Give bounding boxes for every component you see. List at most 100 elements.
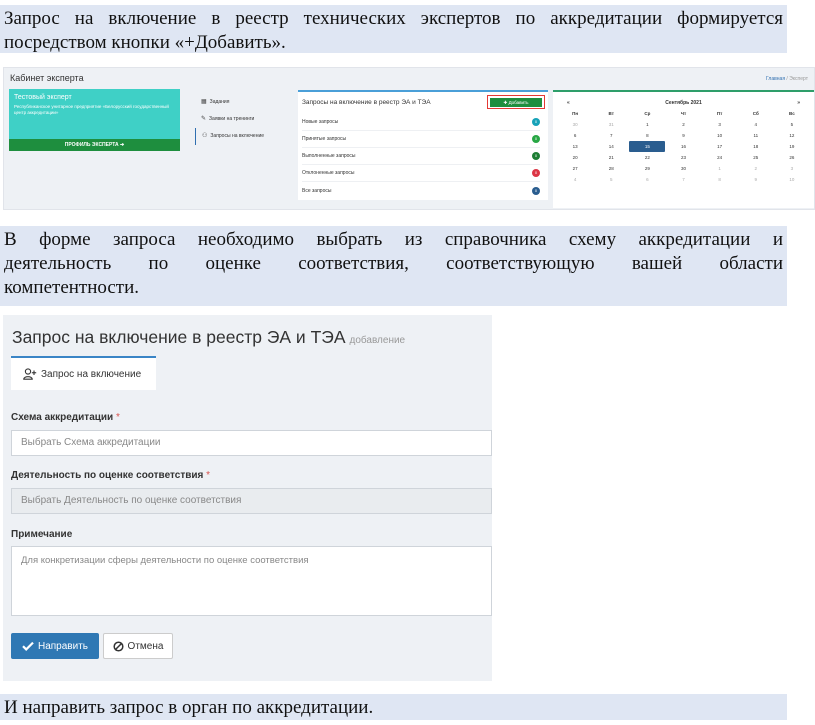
calendar-day[interactable]: 19 — [774, 141, 810, 152]
menu-item-inclusion-requests[interactable]: ⚇ Запросы на включение — [195, 128, 295, 145]
ban-icon — [112, 640, 124, 652]
calendar-day[interactable]: 11 — [738, 130, 774, 141]
check-icon — [22, 641, 34, 651]
calendar-day[interactable]: 1 — [629, 119, 665, 130]
calendar-day[interactable]: 18 — [738, 141, 774, 152]
profile-button[interactable]: ПРОФИЛЬ ЭКСПЕРТА ➔ — [9, 139, 180, 151]
calendar-day[interactable]: 12 — [774, 130, 810, 141]
calendar-weekday: Чт — [680, 111, 687, 116]
activity-label-text: Деятельность по оценке соответствия — [11, 470, 204, 481]
request-row-label: Все запросы — [302, 187, 332, 194]
profile-header: Тестовый эксперт Республиканское унитарн… — [9, 89, 180, 139]
add-request-button[interactable]: ✚ Добавить — [490, 98, 542, 107]
calendar-day[interactable]: 4 — [557, 174, 593, 185]
calendar-day[interactable]: 20 — [557, 152, 593, 163]
calendar-day[interactable]: 21 — [593, 152, 629, 163]
request-row-completed[interactable]: Выполненные запросы 0 — [302, 148, 540, 165]
calendar-day[interactable]: 16 — [665, 141, 701, 152]
requests-panel: Запросы на включение в реестр ЭА и ТЭА ✚… — [298, 90, 548, 200]
menu-item-trainings[interactable]: ✎ Заявки на тренинги — [195, 111, 295, 128]
calendar-weekday: Вс — [789, 111, 795, 116]
calendar-next-button[interactable]: » — [797, 100, 800, 106]
activity-select[interactable]: Выбрать Деятельность по оценке соответст… — [11, 488, 492, 514]
note-label: Примечание — [11, 529, 73, 540]
side-menu: ▦ Задания ✎ Заявки на тренинги ⚇ Запросы… — [195, 94, 295, 145]
calendar-day[interactable]: 25 — [738, 152, 774, 163]
user-plus-icon: ⚇ — [202, 133, 208, 139]
calendar-day[interactable]: 28 — [593, 163, 629, 174]
tab-inclusion-request[interactable]: Запрос на включение — [11, 356, 156, 390]
calendar-day[interactable]: 6 — [629, 174, 665, 185]
calendar-day[interactable]: 8 — [702, 174, 738, 185]
calendar-day[interactable]: 7 — [593, 130, 629, 141]
calendar-day[interactable]: 3 — [774, 163, 810, 174]
add-request-highlight: ✚ Добавить — [487, 95, 545, 109]
user-plus-icon — [23, 368, 37, 380]
calendar-weekday: Сб — [752, 111, 759, 116]
calendar-day[interactable]: 27 — [557, 163, 593, 174]
calendar-day[interactable]: 24 — [702, 152, 738, 163]
calendar-day[interactable]: 4 — [738, 119, 774, 130]
calendar-day[interactable]: 8 — [629, 130, 665, 141]
cancel-button[interactable]: Отмена — [103, 633, 173, 659]
note-textarea[interactable]: Для конкретизации сферы деятельности по … — [11, 546, 492, 616]
menu-item-label: Запросы на включение — [210, 133, 265, 139]
scheme-select[interactable]: Выбрать Схема аккредитации — [11, 430, 492, 456]
breadcrumb-current: Эксперт — [789, 76, 808, 82]
calendar-day[interactable]: 14 — [593, 141, 629, 152]
calendar-day[interactable]: 17 — [702, 141, 738, 152]
calendar-header: « Сентябрь 2021 » — [553, 92, 814, 108]
doc-text-line: посредством кнопки «+Добавить». — [4, 32, 286, 53]
request-row-new[interactable]: Новые запросы 0 — [302, 114, 540, 131]
form-title: Запрос на включение в реестр ЭА и ТЭА доб… — [12, 327, 405, 348]
request-row-rejected[interactable]: Отклоненные запросы 0 — [302, 165, 540, 182]
calendar-day[interactable]: 2 — [665, 119, 701, 130]
form-subtitle: добавление — [349, 335, 406, 346]
activity-label: Деятельность по оценке соответствия * — [11, 470, 210, 481]
doc-paragraph-1: Запрос на включение в реестр технических… — [0, 5, 787, 53]
calendar-day[interactable]: 30 — [665, 163, 701, 174]
required-mark: * — [206, 470, 211, 481]
scheme-label: Схема аккредитации * — [11, 412, 120, 423]
calendar-day[interactable]: 23 — [665, 152, 701, 163]
cancel-label: Отмена — [127, 640, 164, 652]
doc-paragraph-2: В форме запроса необходимо выбрать из сп… — [0, 226, 787, 306]
request-count-badge: 0 — [532, 152, 540, 160]
calendar-day[interactable]: 1 — [702, 163, 738, 174]
calendar-day[interactable]: 31 — [593, 119, 629, 130]
calendar-day[interactable]: 29 — [629, 163, 665, 174]
request-row-accepted[interactable]: Принятые запросы 0 — [302, 131, 540, 148]
calendar-day[interactable]: 10 — [774, 174, 810, 185]
calendar-day[interactable]: 7 — [665, 174, 701, 185]
calendar-day[interactable]: 9 — [665, 130, 701, 141]
profile-card: Тестовый эксперт Республиканское унитарн… — [9, 89, 180, 217]
menu-item-tasks[interactable]: ▦ Задания — [195, 94, 295, 111]
calendar-weekday: Пт — [716, 111, 723, 116]
request-row-all[interactable]: Все запросы 0 — [302, 182, 540, 199]
calendar-prev-button[interactable]: « — [567, 100, 570, 106]
doc-text-line: деятельность по оценке соответствия, соо… — [4, 253, 783, 274]
calendar-day[interactable]: 13 — [557, 141, 593, 152]
breadcrumb-separator: / — [786, 76, 788, 82]
calendar-day[interactable]: 22 — [629, 152, 665, 163]
calendar-day[interactable]: 3 — [702, 119, 738, 130]
expert-cabinet-screenshot: Кабинет эксперта Главная / Эксперт Тесто… — [3, 67, 815, 210]
breadcrumb: Главная / Эксперт — [766, 76, 808, 82]
request-row-label: Новые запросы — [302, 119, 339, 125]
breadcrumb-home-link[interactable]: Главная — [766, 76, 785, 82]
calendar-day[interactable]: 5 — [593, 174, 629, 185]
calendar-day[interactable]: 2 — [738, 163, 774, 174]
calendar-day[interactable]: 26 — [774, 152, 810, 163]
calendar-day[interactable]: 30 — [557, 119, 593, 130]
doc-text-line: В форме запроса необходимо выбрать из сп… — [4, 229, 783, 250]
calendar-day[interactable]: 10 — [702, 130, 738, 141]
request-row-label: Принятые запросы — [302, 136, 347, 142]
submit-button[interactable]: Направить — [11, 633, 99, 659]
calendar-day[interactable]: 6 — [557, 130, 593, 141]
calendar-day[interactable]: 15 — [629, 141, 666, 152]
calendar-day[interactable]: 5 — [774, 119, 810, 130]
scheme-label-text: Схема аккредитации — [11, 412, 114, 423]
request-form-screenshot: Запрос на включение в реестр ЭА и ТЭА доб… — [3, 315, 492, 681]
required-mark: * — [116, 412, 120, 423]
calendar-day[interactable]: 9 — [738, 174, 774, 185]
